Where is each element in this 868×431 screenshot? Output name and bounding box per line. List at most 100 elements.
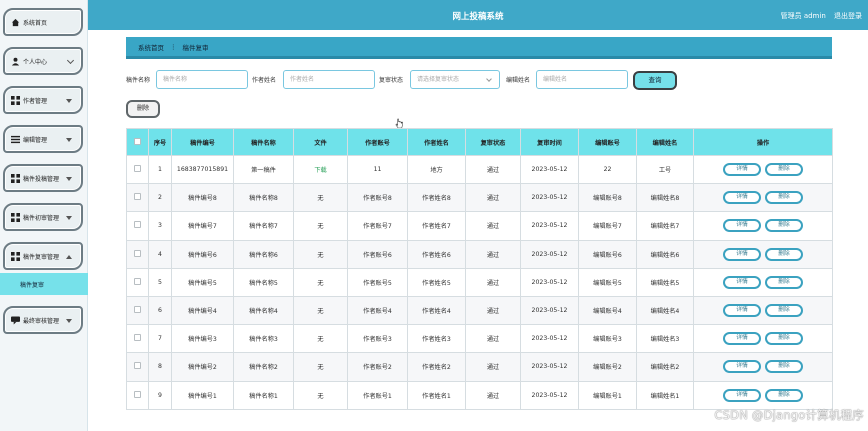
grid-icon <box>11 212 20 222</box>
detail-button[interactable]: 详情 <box>723 332 761 346</box>
table-cell: 无 <box>293 380 348 410</box>
table-cell: 无 <box>293 211 348 241</box>
table-cell: 1683877015891 <box>171 154 234 185</box>
row-select-cell[interactable] <box>126 352 149 382</box>
row-select-cell[interactable] <box>126 267 149 297</box>
table-cell: 作者姓名8 <box>407 183 466 213</box>
detail-button[interactable]: 详情 <box>723 219 761 233</box>
row-checkbox[interactable] <box>134 193 141 201</box>
sidebar-item-first-review[interactable]: 稿件初审管理 <box>3 203 83 231</box>
table-cell: 3 <box>148 211 172 241</box>
row-actions-cell: 详情 删除 <box>693 267 833 297</box>
author-name-input[interactable]: 作者姓名 <box>283 70 375 89</box>
table-cell: 稿件名称3 <box>233 324 294 354</box>
grid-icon <box>11 251 20 261</box>
breadcrumb-home[interactable]: 系统首页 <box>138 42 164 52</box>
table-cell: 编辑账号8 <box>578 183 637 213</box>
column-header: 复审状态 <box>465 128 521 156</box>
chevron-down-icon <box>66 56 75 65</box>
detail-button[interactable]: 详情 <box>723 304 761 318</box>
batch-delete-button[interactable]: 删除 <box>126 100 160 118</box>
detail-button[interactable]: 详情 <box>723 275 761 289</box>
row-select-cell[interactable] <box>126 183 149 213</box>
table-row: 1 1683877015891 第一稿件 下载 11 地方 通过 2023-05-12 22 工号… <box>126 154 833 185</box>
row-select-cell[interactable] <box>126 380 149 410</box>
review-status-select[interactable]: 请选择复审状态 <box>410 70 500 89</box>
row-actions-cell: 详情 删除 <box>693 183 833 213</box>
row-checkbox[interactable] <box>134 221 141 229</box>
row-checkbox[interactable] <box>134 249 141 257</box>
delete-button[interactable]: 删除 <box>765 247 803 261</box>
sidebar-item-authors[interactable]: 作者管理 <box>3 86 83 114</box>
row-checkbox[interactable] <box>134 277 141 285</box>
table-cell[interactable]: 下载 <box>293 154 348 185</box>
row-select-cell[interactable] <box>126 211 149 241</box>
table-row: 9 稿件编号1 稿件名称1 无作者账号1 作者姓名1 通过 2023-05-12 编辑账号1 编… <box>126 380 833 410</box>
delete-button[interactable]: 删除 <box>765 275 803 289</box>
delete-button[interactable]: 删除 <box>765 332 803 346</box>
delete-button[interactable]: 删除 <box>765 360 803 374</box>
sidebar-item-submissions[interactable]: 稿件投稿管理 <box>3 164 83 192</box>
table-cell: 9 <box>148 380 172 410</box>
table-row: 4 稿件编号6 稿件名称6 无作者账号6 作者姓名6 通过 2023-05-12 编辑账号6 编… <box>126 239 833 269</box>
table-cell: 4 <box>148 239 172 269</box>
row-select-cell[interactable] <box>126 324 149 354</box>
delete-button[interactable]: 删除 <box>765 388 803 402</box>
row-checkbox[interactable] <box>134 390 141 398</box>
sidebar-item-final-review[interactable]: 最终审核管理 <box>3 306 83 334</box>
table-cell: 作者姓名5 <box>407 267 466 297</box>
chat-icon <box>11 315 20 325</box>
row-actions-cell: 详情 删除 <box>693 239 833 269</box>
detail-button[interactable]: 详情 <box>723 163 761 177</box>
breadcrumb-current: 稿件复审 <box>182 43 209 52</box>
table-cell: 2 <box>148 183 172 213</box>
detail-button[interactable]: 详情 <box>723 191 761 205</box>
table-cell: 2023-05-12 <box>520 295 579 326</box>
detail-button[interactable]: 详情 <box>723 247 761 261</box>
sidebar-item-label: 稿件投稿管理 <box>23 175 60 183</box>
row-actions-cell: 详情 删除 <box>693 154 833 185</box>
table-cell: 2023-05-12 <box>520 324 579 354</box>
delete-button[interactable]: 删除 <box>765 163 803 177</box>
select-all-checkbox[interactable] <box>134 137 141 145</box>
table-cell: 作者姓名4 <box>407 295 466 326</box>
table-cell: 编辑姓名7 <box>636 211 694 241</box>
delete-button[interactable]: 删除 <box>765 191 803 205</box>
table-cell: 作者账号6 <box>347 239 408 269</box>
delete-button[interactable]: 删除 <box>765 304 803 318</box>
sidebar-item-profile[interactable]: 个人中心 <box>3 47 83 75</box>
table-cell: 8 <box>148 352 172 382</box>
sidebar-subitem-second-review[interactable]: 稿件复审 <box>0 273 88 295</box>
row-checkbox[interactable] <box>134 306 141 314</box>
query-button[interactable]: 查询 <box>633 71 677 90</box>
sidebar-item-second-review[interactable]: 稿件复审管理 <box>3 242 83 270</box>
table-cell: 稿件名称6 <box>233 239 294 269</box>
row-checkbox[interactable] <box>134 334 141 342</box>
row-select-cell[interactable] <box>126 295 149 326</box>
manuscript-name-input[interactable]: 稿件名称 <box>156 70 248 89</box>
sidebar-item-home[interactable]: 系统首页 <box>3 8 83 36</box>
detail-button[interactable]: 详情 <box>723 360 761 374</box>
editor-name-input[interactable]: 编辑姓名 <box>536 70 628 89</box>
logout-link[interactable]: 退出登录 <box>834 12 862 20</box>
table-cell: 通过 <box>465 352 521 382</box>
sidebar-item-editors[interactable]: 编辑管理 <box>3 125 83 153</box>
table-cell: 编辑姓名8 <box>636 183 694 213</box>
table-cell: 无 <box>293 352 348 382</box>
table-cell: 通过 <box>465 267 521 297</box>
delete-button[interactable]: 删除 <box>765 219 803 233</box>
select-all-cell[interactable] <box>126 128 149 156</box>
row-checkbox[interactable] <box>134 362 141 370</box>
table-cell: 稿件名称2 <box>233 352 294 382</box>
table-cell: 作者账号2 <box>347 352 408 382</box>
row-select-cell[interactable] <box>126 239 149 269</box>
column-header: 作者姓名 <box>407 128 466 156</box>
table-row: 5 稿件编号5 稿件名称5 无作者账号5 作者姓名5 通过 2023-05-12 编辑账号5 编… <box>126 267 833 297</box>
row-select-cell[interactable] <box>126 154 149 185</box>
row-checkbox[interactable] <box>134 165 141 173</box>
detail-button[interactable]: 详情 <box>723 388 761 402</box>
table-cell: 编辑账号5 <box>578 267 637 297</box>
table-cell: 通过 <box>465 380 521 410</box>
table-cell: 通过 <box>465 183 521 213</box>
sidebar-item-label: 编辑管理 <box>23 136 48 144</box>
